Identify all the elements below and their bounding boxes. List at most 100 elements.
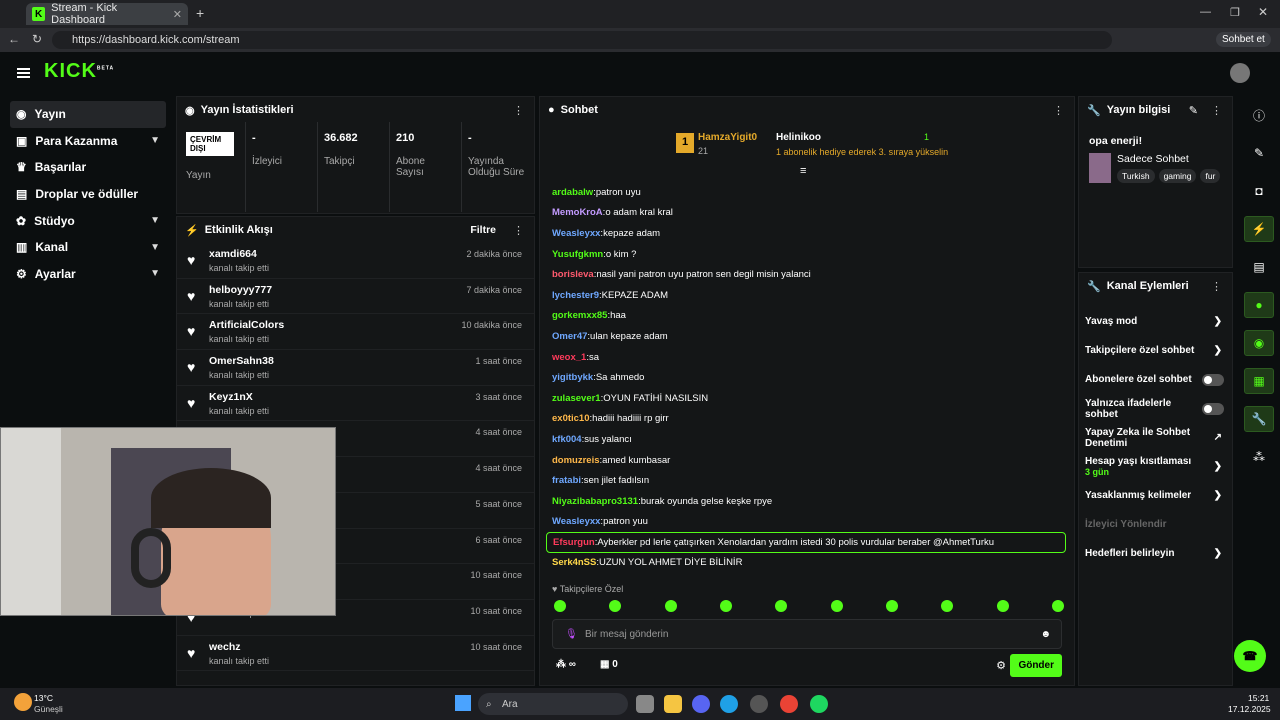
kick-logo[interactable]: KICKBETA bbox=[44, 60, 114, 83]
emote-icon[interactable] bbox=[885, 600, 898, 612]
sidebar-item-basarilar[interactable]: ♛ Başarılar bbox=[10, 154, 166, 181]
edge-icon[interactable] bbox=[720, 695, 738, 713]
chat-icon[interactable]: ● bbox=[1244, 292, 1274, 318]
menu-icon[interactable] bbox=[17, 68, 30, 78]
chat-username[interactable]: fratabi bbox=[552, 475, 581, 486]
channel-action-item[interactable]: Takipçilere özel sohbet ❯ bbox=[1079, 336, 1232, 365]
document-icon[interactable]: ▤ bbox=[1244, 254, 1274, 280]
info-icon[interactable]: ⓘ bbox=[1244, 102, 1274, 128]
emoji-icon[interactable]: ☻ bbox=[1040, 629, 1051, 640]
camera-icon[interactable]: ◘ bbox=[1244, 178, 1274, 204]
app-icon[interactable] bbox=[750, 695, 768, 713]
chat-username[interactable]: Omer47 bbox=[552, 331, 587, 342]
sidebar-item-yayin[interactable]: ◉ Yayın bbox=[10, 101, 166, 128]
more-icon[interactable]: ⋮ bbox=[513, 104, 524, 117]
action-label: Hesap yaşı kısıtlaması bbox=[1085, 456, 1192, 467]
chat-username[interactable]: Serk4nSS bbox=[552, 557, 596, 568]
activity-time: 3 saat önce bbox=[475, 391, 522, 402]
channel-action-item[interactable]: Yasaklanmış kelimeler ❯ bbox=[1079, 481, 1232, 510]
emote-icon[interactable] bbox=[1051, 600, 1064, 612]
explorer-icon[interactable] bbox=[664, 695, 682, 713]
edit-icon[interactable]: ✎ bbox=[1189, 104, 1198, 117]
more-icon[interactable]: ⋮ bbox=[1211, 104, 1222, 117]
more-icon[interactable]: ⋮ bbox=[1053, 104, 1064, 117]
edit-icon[interactable]: ✎ bbox=[1244, 140, 1274, 166]
chat-username[interactable]: domuzreis bbox=[552, 455, 600, 466]
more-icon[interactable]: ⋮ bbox=[1211, 280, 1222, 293]
chat-username[interactable]: ardabalw bbox=[552, 187, 593, 198]
emote-icon[interactable] bbox=[719, 600, 732, 612]
sidebar-item-kanal[interactable]: ▥ Kanal ▼ bbox=[10, 234, 166, 261]
sidebar-item-droplar[interactable]: ▤ Droplar ve ödüller bbox=[10, 181, 166, 208]
spotify-icon[interactable] bbox=[810, 695, 828, 713]
reload-icon[interactable]: ↻ bbox=[32, 32, 42, 46]
layout-icon[interactable]: ▦ bbox=[1244, 368, 1274, 394]
chat-username[interactable]: gorkemxx85 bbox=[552, 310, 607, 321]
chat-username[interactable]: Yusufgkmn bbox=[552, 249, 603, 260]
browser-tab[interactable]: K Stream - Kick Dashboard ✕ bbox=[26, 2, 188, 26]
channel-action-item[interactable]: Hesap yaşı kısıtlaması 3 gün ❯ bbox=[1079, 452, 1232, 481]
emote-icon[interactable] bbox=[775, 600, 788, 612]
more-icon[interactable]: ⋮ bbox=[513, 224, 524, 237]
send-button[interactable]: Gönder bbox=[1010, 654, 1062, 677]
toggle-switch[interactable] bbox=[1202, 402, 1224, 415]
discord-icon[interactable] bbox=[692, 695, 710, 713]
chrome-icon[interactable] bbox=[780, 695, 798, 713]
pin-user[interactable]: HamzaYigit0 bbox=[698, 132, 757, 143]
channel-action-item[interactable]: İzleyici Yönlendir bbox=[1079, 510, 1232, 539]
chat-username[interactable]: Weasleyxx bbox=[552, 516, 600, 527]
chat-username[interactable]: MemoKroA bbox=[552, 207, 603, 218]
pin-count: 21 bbox=[698, 146, 709, 156]
settings-icon[interactable]: ⚙ bbox=[996, 659, 1006, 672]
chat-username[interactable]: Weasleyxx bbox=[552, 228, 600, 239]
chat-username[interactable]: weox_1 bbox=[552, 352, 586, 363]
chat-username[interactable]: ex0tic10 bbox=[552, 413, 590, 424]
windows-start-icon[interactable] bbox=[455, 695, 471, 711]
task-view-icon[interactable] bbox=[636, 695, 654, 713]
chat-username[interactable]: zulasever1 bbox=[552, 393, 601, 404]
chat-username[interactable]: kfk004 bbox=[552, 434, 582, 445]
emote-icon[interactable] bbox=[609, 600, 622, 612]
filter-button[interactable]: Filtre bbox=[470, 224, 496, 236]
pin-user2[interactable]: Helinikoo bbox=[776, 132, 821, 143]
taskbar-search[interactable]: ⌕ Ara bbox=[478, 693, 628, 715]
maximize-icon[interactable]: ❐ bbox=[1230, 6, 1240, 19]
channel-action-item[interactable]: Abonelere özel sohbet bbox=[1079, 365, 1232, 394]
copilot-button[interactable]: Sohbet et bbox=[1216, 32, 1271, 47]
avatar[interactable] bbox=[1230, 63, 1250, 83]
toggle-switch[interactable] bbox=[1202, 373, 1224, 386]
chat-username[interactable]: yigitbykk bbox=[552, 372, 593, 383]
chat-username[interactable]: lychester9 bbox=[552, 290, 599, 301]
sidebar-item-studyo[interactable]: ✿ Stüdyo ▼ bbox=[10, 207, 166, 234]
emote-icon[interactable] bbox=[830, 600, 843, 612]
emote-icon[interactable] bbox=[996, 600, 1009, 612]
store-icon[interactable]: ▦ 0 bbox=[600, 659, 618, 670]
sidebar-item-para-kazanma[interactable]: ▣ Para Kazanma ▼ bbox=[10, 128, 166, 155]
sidebar-item-ayarlar[interactable]: ⚙ Ayarlar ▼ bbox=[10, 261, 166, 288]
chat-username[interactable]: Efsurgun bbox=[553, 537, 595, 548]
emote-icon[interactable] bbox=[941, 600, 954, 612]
bolt-icon[interactable]: ⚡ bbox=[1244, 216, 1274, 242]
help-icon[interactable]: ☎ bbox=[1234, 640, 1266, 672]
mic-icon[interactable]: 🎙 bbox=[565, 629, 578, 640]
chat-username[interactable]: Niyazibabapro3131 bbox=[552, 496, 638, 507]
wrench-icon[interactable]: 🔧 bbox=[1244, 406, 1274, 432]
chat-username[interactable]: borisleva bbox=[552, 269, 594, 280]
url-field[interactable]: https://dashboard.kick.com/stream bbox=[52, 31, 1112, 49]
activity-time: 6 saat önce bbox=[475, 534, 522, 545]
channel-action-item[interactable]: Hedefleri belirleyin ❯ bbox=[1079, 539, 1232, 568]
channel-action-item[interactable]: Yapay Zeka ile Sohbet Denetimi ↗ bbox=[1079, 423, 1232, 452]
channel-action-item[interactable]: Yavaş mod ❯ bbox=[1079, 307, 1232, 336]
broadcast-icon[interactable]: ◉ bbox=[1244, 330, 1274, 356]
apps-icon[interactable]: ⁂ bbox=[1244, 444, 1274, 470]
new-tab-icon[interactable]: + bbox=[196, 5, 204, 21]
back-icon[interactable]: ← bbox=[8, 32, 20, 46]
chat-input[interactable]: 🎙 Bir mesaj gönderin ☻ bbox=[552, 619, 1062, 649]
emote-icon[interactable] bbox=[664, 600, 677, 612]
minimize-icon[interactable]: — bbox=[1200, 6, 1211, 18]
close-tab-icon[interactable]: ✕ bbox=[173, 8, 182, 21]
collapse-icon[interactable]: ≡ bbox=[800, 165, 806, 177]
channel-action-item[interactable]: Yalnızca ifadelerle sohbet bbox=[1079, 394, 1232, 423]
emote-icon[interactable] bbox=[554, 600, 566, 612]
close-window-icon[interactable]: ✕ bbox=[1258, 5, 1268, 19]
